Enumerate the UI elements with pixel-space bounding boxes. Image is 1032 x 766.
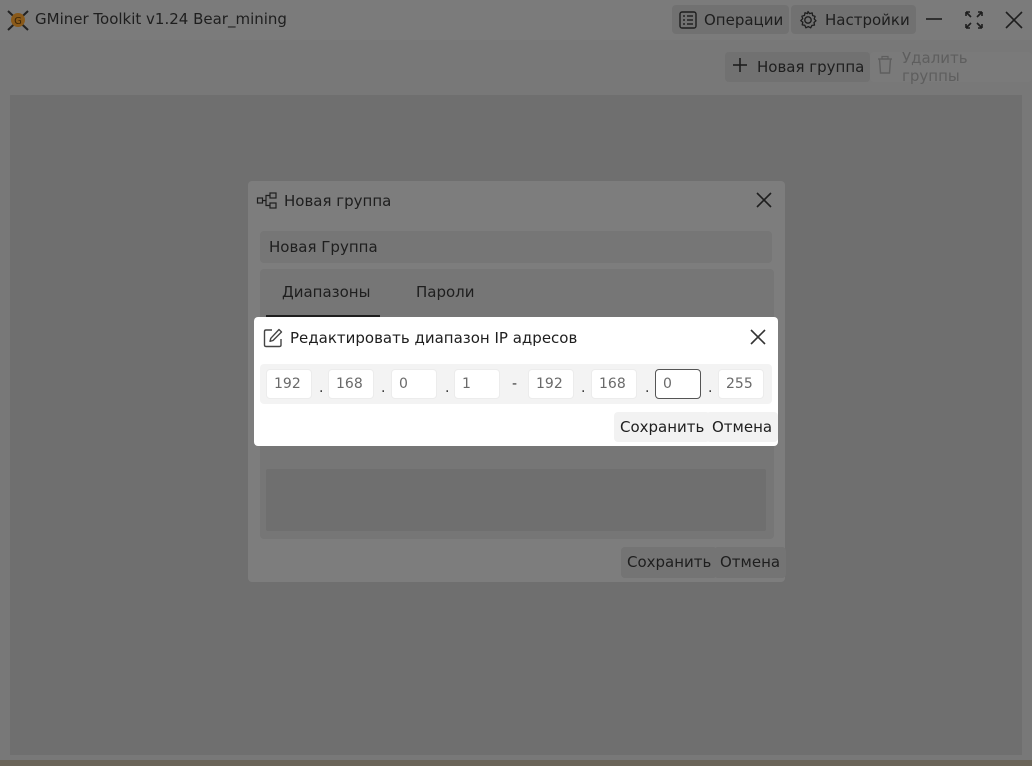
end-ip-octet-4-input[interactable]: 255 — [718, 369, 764, 399]
octet-separator: . — [319, 380, 324, 396]
svg-text:G: G — [14, 16, 22, 27]
close-icon[interactable] — [748, 327, 768, 351]
operations-list-icon — [678, 10, 698, 30]
maximize-icon[interactable] — [962, 8, 986, 32]
app-title: GMiner Toolkit v1.24 Bear_mining — [35, 10, 287, 28]
group-name-input[interactable]: Новая Группа — [260, 231, 772, 263]
ip-range-row: 192 . 168 . 0 . 1 - 192 . 168 . 0 . 255 — [260, 364, 772, 404]
edit-icon — [262, 327, 284, 353]
end-ip-octet-3-input[interactable]: 0 — [655, 369, 701, 399]
close-icon[interactable] — [1002, 8, 1026, 32]
octet-separator: . — [581, 380, 586, 396]
tab-ranges[interactable]: Диапазоны — [282, 283, 370, 301]
end-ip-octet-1-input[interactable]: 192 — [528, 369, 574, 399]
settings-button[interactable]: Настройки — [791, 5, 916, 34]
range-separator: - — [512, 376, 518, 392]
edit-ip-range-dialog-title: Редактировать диапазон IP адресов — [290, 329, 578, 347]
cancel-button[interactable]: Отмена — [714, 547, 787, 578]
settings-gear-icon — [797, 9, 819, 31]
new-group-label: Новая группа — [757, 58, 865, 76]
new-group-dialog-title: Новая группа — [284, 192, 392, 210]
octet-separator: . — [381, 380, 386, 396]
close-icon[interactable] — [754, 190, 774, 214]
app-logo-icon: G — [6, 8, 30, 32]
minimize-icon[interactable] — [922, 8, 946, 32]
delete-groups-label: Удалить группы — [902, 49, 968, 85]
group-tree-icon — [256, 191, 278, 215]
tab-passwords[interactable]: Пароли — [416, 283, 475, 301]
operations-button[interactable]: Операции — [672, 5, 790, 34]
plus-icon — [731, 56, 749, 78]
cancel-button[interactable]: Отмена — [706, 412, 779, 442]
save-button[interactable]: Сохранить — [621, 547, 718, 578]
bottom-strip — [0, 760, 1032, 766]
operations-label: Операции — [704, 10, 784, 29]
edit-ip-range-dialog: Редактировать диапазон IP адресов 192 . … — [254, 317, 779, 446]
title-bar: G GMiner Toolkit v1.24 Bear_mining Опера… — [0, 0, 1032, 40]
start-ip-octet-2-input[interactable]: 168 — [328, 369, 374, 399]
start-ip-octet-3-input[interactable]: 0 — [391, 369, 437, 399]
octet-separator: . — [708, 380, 713, 396]
end-ip-octet-2-input[interactable]: 168 — [591, 369, 637, 399]
settings-label: Настройки — [825, 10, 910, 29]
trash-icon — [876, 55, 894, 79]
start-ip-octet-1-input[interactable]: 192 — [266, 369, 312, 399]
delete-groups-button[interactable]: Удалить группы — [870, 49, 1032, 85]
new-group-button[interactable]: Новая группа — [725, 52, 871, 82]
octet-separator: . — [645, 380, 650, 396]
ranges-list — [266, 469, 766, 531]
octet-separator: . — [445, 380, 450, 396]
start-ip-octet-4-input[interactable]: 1 — [454, 369, 500, 399]
save-button[interactable]: Сохранить — [614, 412, 711, 442]
